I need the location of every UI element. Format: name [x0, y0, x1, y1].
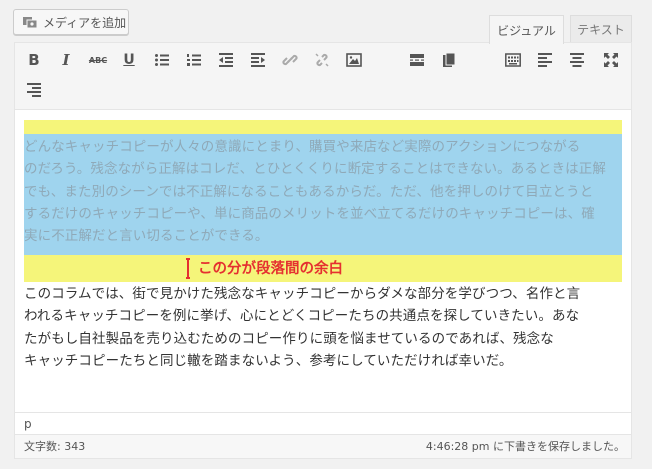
tab-text[interactable]: テキスト [570, 15, 632, 43]
tab-visual-label: ビジュアル [497, 23, 556, 38]
align-left-icon [538, 53, 552, 67]
annotation-label: この分が段落間の余白 [198, 261, 343, 277]
insert-image-button[interactable] [343, 49, 365, 71]
outdent-button[interactable] [215, 49, 237, 71]
bold-button[interactable]: B [23, 49, 45, 71]
selected-paragraph: どんなキャッチコピーが人々の意識にとまり、購買や来店など実際のアクションにつなが… [24, 134, 622, 255]
text-line: このコラムでは、街で見かけた残念なキャッチコピーからダメな部分を学びつつ、名作と… [24, 286, 581, 302]
text-line: するだけのキャッチコピーや、単に商品のメリットを並べ立てるだけのキャッチコピーは… [24, 205, 595, 222]
more-tag-icon [410, 54, 424, 66]
toolbar-toggle-icon [505, 53, 521, 67]
paste-button[interactable] [438, 49, 460, 71]
numbered-list-button[interactable] [183, 49, 205, 71]
paste-icon [443, 52, 456, 67]
toolbar-toggle-button[interactable] [502, 49, 524, 71]
add-media-button[interactable]: メディアを追加 [13, 9, 129, 35]
indent-button[interactable] [247, 49, 269, 71]
numbered-list-icon [187, 54, 201, 66]
editor-content[interactable]: どんなキャッチコピーが人々の意識にとまり、購買や来店など実際のアクションにつなが… [15, 110, 631, 412]
strikethrough-icon: ABC [88, 55, 108, 65]
link-icon [282, 54, 298, 66]
align-center-button[interactable] [566, 49, 588, 71]
autosave-status: 4:46:28 pm に下書きを保存しました。 [425, 440, 625, 453]
element-path[interactable]: p [15, 412, 631, 434]
status-bar: 文字数: 343 4:46:28 pm に下書きを保存しました。 [15, 434, 631, 458]
editor-toolbar: B I ABC U [15, 43, 631, 110]
unlink-button[interactable] [311, 49, 333, 71]
fullscreen-button[interactable] [600, 49, 622, 71]
editor: B I ABC U どんなキャッチコピーが人々の意識にとまり、購買や来店など実際… [14, 42, 632, 459]
unlink-icon [315, 53, 329, 67]
align-right-button[interactable] [23, 79, 45, 101]
margin-marker-icon [186, 258, 190, 279]
text-line: のだろう。残念ながら正解はコレだ、とひとくくりに断定することはできない。あるとき… [24, 161, 606, 178]
align-right-icon [27, 83, 41, 97]
text-line: たがもし自社製品を売り込むためのコピー作りに頭を悩ませているのであれば、残念な [24, 330, 554, 347]
align-center-icon [570, 53, 584, 67]
top-margin-highlight [24, 120, 622, 134]
text-line: 実に不正解だと言い切ることができる。 [24, 228, 269, 245]
text-line: でも、また別のシーンでは不正解になることもあるからだ。ただ、他を押しのけて目立と… [24, 183, 594, 200]
underline-icon: U [123, 52, 135, 68]
align-left-button[interactable] [534, 49, 556, 71]
text-line: キャッチコピーたちと同じ轍を踏まないよう、参考にしていただければ幸いだ。 [24, 352, 513, 369]
bold-icon: B [28, 51, 40, 69]
paragraph-1: どんなキャッチコピーが人々の意識にとまり、購買や来店など実際のアクションにつなが… [24, 136, 622, 247]
text-line: われるキャッチコピーを例に挙げ、心にとどくコピーたちの共通点を探していきたい。あ… [24, 308, 580, 325]
more-tag-button[interactable] [406, 49, 428, 71]
strikethrough-button[interactable]: ABC [87, 49, 109, 71]
bullet-list-icon [155, 54, 169, 66]
media-icon [23, 17, 38, 29]
text-line: どんなキャッチコピーが人々の意識にとまり、購買や来店など実際のアクションにつなが… [24, 139, 581, 155]
link-button[interactable] [279, 49, 301, 71]
tab-visual[interactable]: ビジュアル [489, 15, 564, 44]
word-count: 文字数: 343 [24, 440, 86, 453]
fullscreen-icon [604, 53, 618, 67]
indent-icon [251, 53, 265, 67]
underline-button[interactable]: U [118, 49, 140, 71]
image-icon [346, 53, 362, 67]
bullet-list-button[interactable] [151, 49, 173, 71]
add-media-label: メディアを追加 [43, 15, 127, 30]
tab-text-label: テキスト [577, 23, 625, 37]
path-label: p [24, 417, 32, 431]
italic-icon: I [62, 51, 70, 69]
paragraph-2: このコラムでは、街で見かけた残念なキャッチコピーからダメな部分を学びつつ、名作と… [24, 283, 626, 372]
italic-button[interactable]: I [55, 49, 77, 71]
outdent-icon [219, 53, 233, 67]
